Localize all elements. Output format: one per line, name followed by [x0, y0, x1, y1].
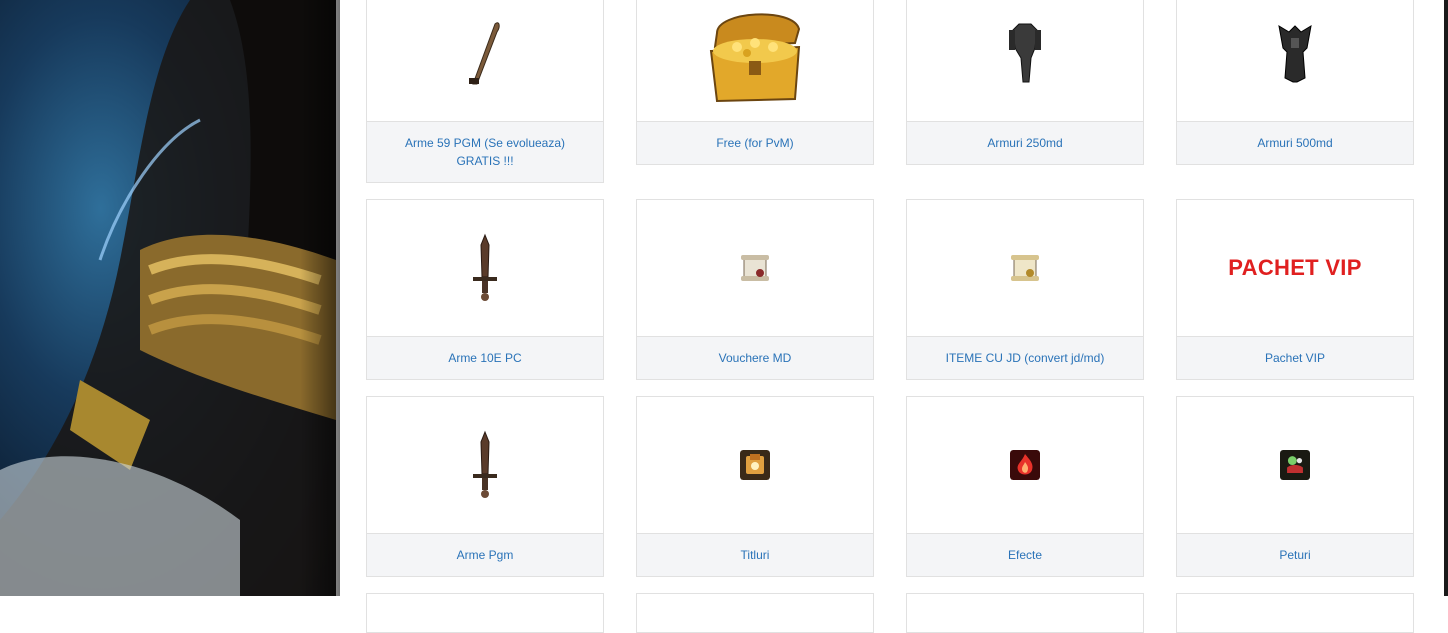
category-card[interactable] — [636, 593, 874, 633]
scroll-icon — [1011, 255, 1039, 281]
side-character-artwork — [0, 0, 336, 596]
category-label[interactable]: ITEME CU JD (convert jd/md) — [907, 336, 1143, 379]
category-label[interactable]: Pachet VIP — [1177, 336, 1413, 379]
vip-banner: PACHET VIP — [1228, 255, 1362, 280]
sword-icon — [473, 430, 497, 498]
flame-effect-icon — [1010, 450, 1040, 480]
category-image — [1177, 0, 1413, 121]
category-label[interactable]: Free (for PvM) — [637, 121, 873, 164]
category-card[interactable]: ITEME CU JD (convert jd/md) — [906, 199, 1144, 380]
category-label[interactable]: Efecte — [907, 533, 1143, 576]
category-card[interactable]: Titluri — [636, 396, 874, 577]
category-image — [637, 397, 873, 533]
title-icon — [740, 450, 770, 480]
category-label[interactable]: Vouchere MD — [637, 336, 873, 379]
category-card[interactable]: Armuri 250md — [906, 0, 1144, 165]
category-image — [1177, 397, 1413, 533]
category-card[interactable]: Arme 59 PGM (Se evolueaza) GRATIS !!! — [366, 0, 604, 183]
category-image — [367, 397, 603, 533]
category-image — [367, 200, 603, 336]
category-image — [907, 0, 1143, 121]
category-label[interactable]: Peturi — [1177, 533, 1413, 576]
armor-icon — [1009, 23, 1041, 83]
category-image — [637, 200, 873, 336]
category-image — [637, 0, 873, 121]
category-image — [367, 0, 603, 121]
category-card[interactable]: Vouchere MD — [636, 199, 874, 380]
treasure-chest-icon — [709, 13, 801, 103]
category-card[interactable]: Free (for PvM) — [636, 0, 874, 165]
dark-armor-icon — [1278, 25, 1312, 83]
character-illustration — [0, 0, 336, 596]
scroll-icon — [741, 255, 769, 281]
category-label[interactable]: Titluri — [637, 533, 873, 576]
pet-icon — [1280, 450, 1310, 480]
category-card[interactable] — [1176, 593, 1414, 633]
category-label[interactable]: Armuri 500md — [1177, 121, 1413, 164]
category-label[interactable]: Arme Pgm — [367, 533, 603, 576]
shop-category-grid: Arme 59 PGM (Se evolueaza) GRATIS !!! Fr… — [366, 0, 1416, 633]
category-card[interactable] — [906, 593, 1144, 633]
category-label[interactable]: Arme 59 PGM (Se evolueaza) GRATIS !!! — [367, 121, 603, 182]
category-card[interactable]: Armuri 500md — [1176, 0, 1414, 165]
scimitar-icon — [469, 22, 500, 85]
category-card[interactable]: Arme 10E PC — [366, 199, 604, 380]
category-card[interactable]: Efecte — [906, 396, 1144, 577]
category-image: PACHET VIP — [1177, 200, 1413, 336]
category-label[interactable]: Arme 10E PC — [367, 336, 603, 379]
category-card[interactable]: Arme Pgm — [366, 396, 604, 577]
page-right-edge — [1444, 0, 1448, 596]
category-label[interactable]: Armuri 250md — [907, 121, 1143, 164]
side-art-shadow — [300, 0, 340, 596]
category-image — [907, 397, 1143, 533]
category-card[interactable]: Peturi — [1176, 396, 1414, 577]
sword-icon — [473, 233, 497, 301]
category-image — [907, 200, 1143, 336]
category-card[interactable]: PACHET VIP Pachet VIP — [1176, 199, 1414, 380]
category-card[interactable] — [366, 593, 604, 633]
